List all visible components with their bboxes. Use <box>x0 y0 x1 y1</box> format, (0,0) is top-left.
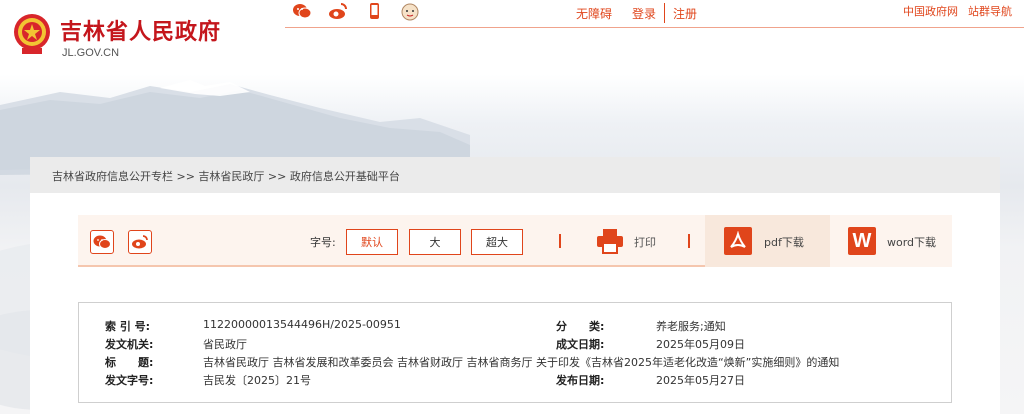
doc-no-label: 发文字号: <box>105 374 154 387</box>
content-panel: 字号: 默认 大 超大 打印 pdf下载 W word下载 索 引 号: 112… <box>30 193 1000 414</box>
breadcrumb[interactable]: 吉林省政府信息公开专栏 >> 吉林省民政厅 >> 政府信息公开基础平台 <box>52 168 400 184</box>
accessibility-link[interactable]: 无障碍 <box>576 5 612 22</box>
article-toolbar: 字号: 默认 大 超大 打印 pdf下载 W word下载 <box>78 215 952 267</box>
site-nav-link[interactable]: 站群导航 <box>968 3 1012 19</box>
national-emblem-icon <box>14 14 50 54</box>
issuer-value: 省民政厅 <box>203 338 247 351</box>
weibo-icon[interactable] <box>328 1 348 21</box>
top-right-links: 中国政府网 站群导航 <box>903 3 1012 19</box>
site-domain: JL.GOV.CN <box>62 47 120 59</box>
font-large-button[interactable]: 大 <box>409 229 461 255</box>
created-date-value: 2025年05月09日 <box>656 338 745 351</box>
print-icon[interactable] <box>596 228 624 254</box>
published-date-value: 2025年05月27日 <box>656 374 745 387</box>
toolbar-divider <box>559 234 561 248</box>
login-link[interactable]: 登录 <box>632 5 656 22</box>
word-download-label: word下载 <box>887 236 937 249</box>
font-size-label: 字号: <box>310 236 336 249</box>
doc-no-value: 吉民发〔2025〕21号 <box>203 374 311 387</box>
header-share-icons <box>292 0 420 22</box>
breadcrumb-bar: 吉林省政府信息公开专栏 >> 吉林省民政厅 >> 政府信息公开基础平台 <box>30 157 1000 193</box>
wechat-icon[interactable] <box>292 1 312 21</box>
toolbar-share-icons <box>90 230 152 254</box>
pdf-download-button[interactable]: pdf下载 <box>705 215 830 267</box>
register-link[interactable]: 注册 <box>673 5 697 22</box>
document-info-table: 索 引 号: 11220000013544496H/2025-00951 分 类… <box>78 302 952 403</box>
wechat-share-icon[interactable] <box>90 230 114 254</box>
site-title[interactable]: 吉林省人民政府 <box>60 14 221 46</box>
created-date-label: 成文日期: <box>556 338 605 351</box>
published-date-label: 发布日期: <box>556 374 605 387</box>
title-value: 吉林省民政厅 吉林省发展和改革委员会 吉林省财政厅 吉林省商务厅 关于印发《吉林… <box>203 356 840 369</box>
index-no-value: 11220000013544496H/2025-00951 <box>203 318 401 331</box>
index-no-label: 索 引 号: <box>105 320 151 333</box>
word-icon: W <box>848 227 876 255</box>
print-button[interactable]: 打印 <box>634 234 656 250</box>
title-label: 标 题: <box>105 356 154 369</box>
header-divider <box>285 27 1024 28</box>
word-download-button[interactable]: W word下载 <box>830 215 952 267</box>
site-header: 吉林省人民政府 JL.GOV.CN 无障碍 登录 注册 中国政府网 站群导航 <box>0 0 1024 70</box>
category-value: 养老服务;通知 <box>656 320 726 333</box>
top-link-divider <box>664 3 666 23</box>
font-default-button[interactable]: 默认 <box>346 229 398 255</box>
weibo-share-icon[interactable] <box>128 230 152 254</box>
toolbar-divider <box>688 234 690 248</box>
issuer-label: 发文机关: <box>105 338 154 351</box>
font-xlarge-button[interactable]: 超大 <box>471 229 523 255</box>
category-label: 分 类: <box>556 320 605 333</box>
mascot-icon[interactable] <box>400 1 420 21</box>
mobile-icon[interactable] <box>364 1 384 21</box>
pdf-download-label: pdf下载 <box>764 236 804 249</box>
china-gov-link[interactable]: 中国政府网 <box>903 3 958 19</box>
pdf-icon <box>724 227 752 255</box>
top-links: 无障碍 登录 注册 <box>576 3 697 23</box>
